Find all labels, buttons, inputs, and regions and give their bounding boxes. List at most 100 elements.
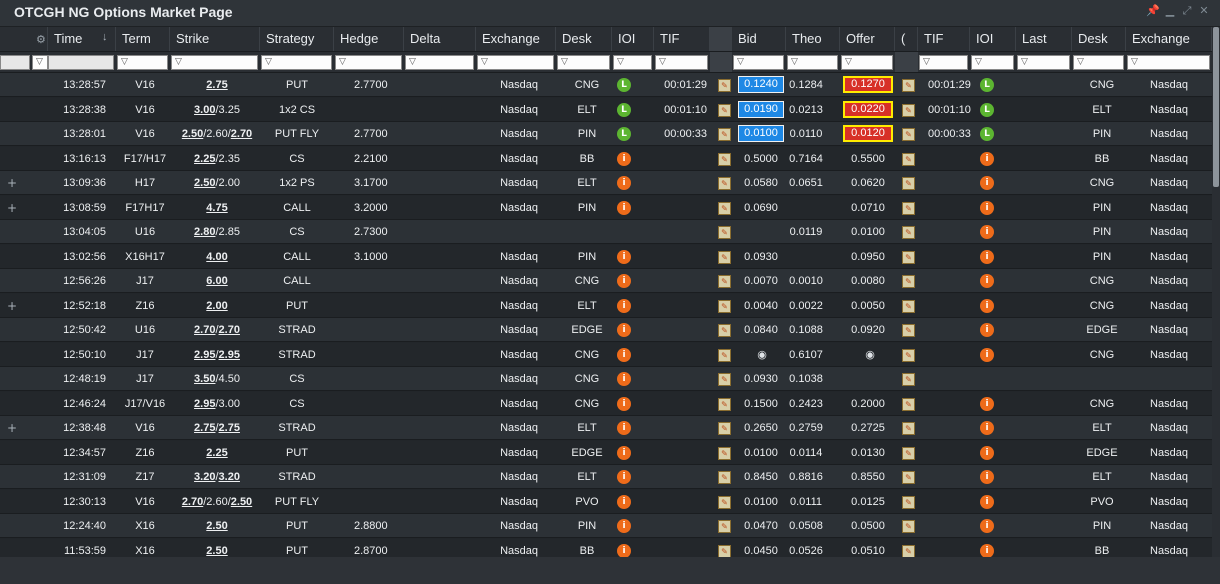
table-row[interactable]: 11:53:59 X16 2.50 PUT 2.8700 Nasdaq BB i ✎ 0.0450… (0, 539, 1212, 557)
table-row[interactable]: 12:50:42 U16 2.70/2.70 STRAD Nasdaq EDGE i ✎ 0.0… (0, 318, 1212, 342)
close-icon[interactable]: ✕ (1197, 4, 1211, 18)
view-bid-icon[interactable]: ◉ (740, 343, 784, 367)
edit-note-icon[interactable]: ✎ (902, 520, 915, 533)
edit-note-icon[interactable]: ✎ (718, 471, 731, 484)
ioi-indicator-icon[interactable]: i (617, 495, 631, 510)
column-header[interactable]: Exchange (476, 27, 556, 51)
bid-cell[interactable]: 0.1240 (738, 76, 784, 93)
ioi-indicator-icon[interactable]: i (980, 225, 994, 240)
edit-note-icon[interactable]: ✎ (718, 324, 731, 337)
strike-link[interactable]: 2.70 (182, 496, 203, 508)
filter-cell[interactable]: ▽ (1127, 55, 1210, 70)
table-row[interactable]: 13:28:38 V16 3.00/3.25 1x2 CS Nasdaq ELT L 00:0… (0, 98, 1212, 122)
ioi-indicator-icon[interactable]: i (980, 446, 994, 461)
edit-note-icon[interactable]: ✎ (718, 520, 731, 533)
restore-icon[interactable]: ⤢ (1180, 4, 1194, 18)
filter-cell[interactable]: ▽ (32, 55, 48, 70)
strike-link[interactable]: 2.50 (206, 545, 227, 557)
settings-cell[interactable]: ⚙ (0, 27, 48, 51)
filter-cell[interactable]: ▽ (261, 55, 332, 70)
expand-toggle[interactable] (0, 514, 24, 538)
strike-link[interactable]: 2.50 (182, 128, 203, 140)
edit-note-icon[interactable]: ✎ (718, 104, 731, 117)
edit-note-icon[interactable]: ✎ (718, 153, 731, 166)
ioi-indicator-icon[interactable]: i (617, 323, 631, 338)
filter-cell[interactable]: ▽ (971, 55, 1014, 70)
filter-cell[interactable]: ▽ (557, 55, 610, 70)
strike-link[interactable]: 2.75 (194, 422, 215, 434)
strike-link[interactable]: 2.50 (206, 520, 227, 532)
edit-note-icon[interactable]: ✎ (902, 447, 915, 460)
expand-toggle[interactable] (0, 343, 24, 367)
expand-toggle[interactable] (0, 245, 24, 269)
expand-toggle[interactable]: + (0, 416, 24, 440)
ioi-indicator-icon[interactable]: i (980, 495, 994, 510)
expand-toggle[interactable] (0, 392, 24, 416)
edit-note-icon[interactable]: ✎ (902, 471, 915, 484)
edit-note-icon[interactable]: ✎ (718, 496, 731, 509)
column-header[interactable]: Offer (840, 27, 895, 51)
ioi-indicator-icon[interactable]: i (617, 519, 631, 534)
sort-desc-icon[interactable]: ↓ (102, 31, 108, 43)
column-header[interactable]: Term (116, 27, 170, 51)
ioi-indicator-icon[interactable]: i (980, 470, 994, 485)
ioi-indicator-icon[interactable]: i (980, 250, 994, 265)
ioi-indicator-icon[interactable]: i (617, 421, 631, 436)
strike-link[interactable]: 2.75 (206, 79, 227, 91)
view-offer-icon[interactable]: ◉ (846, 343, 894, 367)
ioi-indicator-icon[interactable]: i (617, 348, 631, 363)
ioi-indicator-icon[interactable]: L (617, 127, 631, 142)
ioi-indicator-icon[interactable]: L (980, 103, 994, 118)
ioi-indicator-icon[interactable]: L (617, 103, 631, 118)
expand-toggle[interactable] (0, 441, 24, 465)
expand-toggle[interactable] (0, 318, 24, 342)
ioi-indicator-icon[interactable]: i (617, 446, 631, 461)
edit-note-icon[interactable]: ✎ (902, 496, 915, 509)
edit-note-icon[interactable]: ✎ (902, 79, 915, 92)
column-header[interactable]: Theo (786, 27, 840, 51)
filter-cell[interactable] (48, 55, 114, 70)
expand-toggle[interactable]: + (0, 196, 24, 220)
column-header[interactable]: Strategy (260, 27, 334, 51)
strike-link[interactable]: 6.00 (206, 275, 227, 287)
edit-note-icon[interactable]: ✎ (902, 373, 915, 386)
edit-note-icon[interactable]: ✎ (902, 153, 915, 166)
ioi-indicator-icon[interactable]: i (617, 176, 631, 191)
ioi-indicator-icon[interactable]: i (617, 470, 631, 485)
expand-toggle[interactable] (0, 220, 24, 244)
strike-link[interactable]: 2.95 (194, 349, 215, 361)
strike-link[interactable]: 2.70 (231, 128, 252, 140)
edit-note-icon[interactable]: ✎ (902, 324, 915, 337)
edit-note-icon[interactable]: ✎ (718, 226, 731, 239)
minimize-icon[interactable]: ▁ (1163, 4, 1177, 18)
bid-cell[interactable]: 0.0100 (738, 125, 784, 142)
edit-note-icon[interactable]: ✎ (902, 177, 915, 190)
strike-link[interactable]: 3.20 (194, 471, 215, 483)
ioi-indicator-icon[interactable]: i (617, 299, 631, 314)
table-row[interactable]: 12:46:24 J17/V16 2.95/3.00 CS Nasdaq CNG i ✎ 0.1… (0, 392, 1212, 416)
column-header[interactable]: Bid (732, 27, 786, 51)
expand-toggle[interactable] (0, 269, 24, 293)
ioi-indicator-icon[interactable]: i (617, 201, 631, 216)
column-header[interactable]: Last (1016, 27, 1072, 51)
ioi-indicator-icon[interactable]: L (980, 127, 994, 142)
edit-note-icon[interactable]: ✎ (718, 275, 731, 288)
strike-link[interactable]: 2.50 (231, 496, 252, 508)
offer-cell[interactable]: 0.0220 (843, 101, 893, 118)
edit-note-icon[interactable]: ✎ (902, 422, 915, 435)
filter-cell[interactable] (0, 55, 30, 70)
edit-note-icon[interactable]: ✎ (902, 226, 915, 239)
offer-cell[interactable]: 0.1270 (843, 76, 893, 93)
strike-link[interactable]: 3.00 (194, 104, 215, 116)
strike-link[interactable]: 2.70 (194, 324, 215, 336)
edit-note-icon[interactable]: ✎ (902, 300, 915, 313)
filter-cell[interactable]: ▽ (117, 55, 168, 70)
strike-link[interactable]: 2.25 (206, 447, 227, 459)
edit-note-icon[interactable]: ✎ (718, 79, 731, 92)
ioi-indicator-icon[interactable]: i (980, 201, 994, 216)
edit-note-icon[interactable]: ✎ (902, 349, 915, 362)
column-header[interactable]: IOI (612, 27, 654, 51)
filter-cell[interactable]: ▽ (613, 55, 652, 70)
column-header[interactable]: Exchange (1126, 27, 1212, 51)
table-row[interactable]: +13:08:59 F17H17 4.75 CALL 3.2000 Nasdaq PIN i ✎… (0, 196, 1212, 220)
